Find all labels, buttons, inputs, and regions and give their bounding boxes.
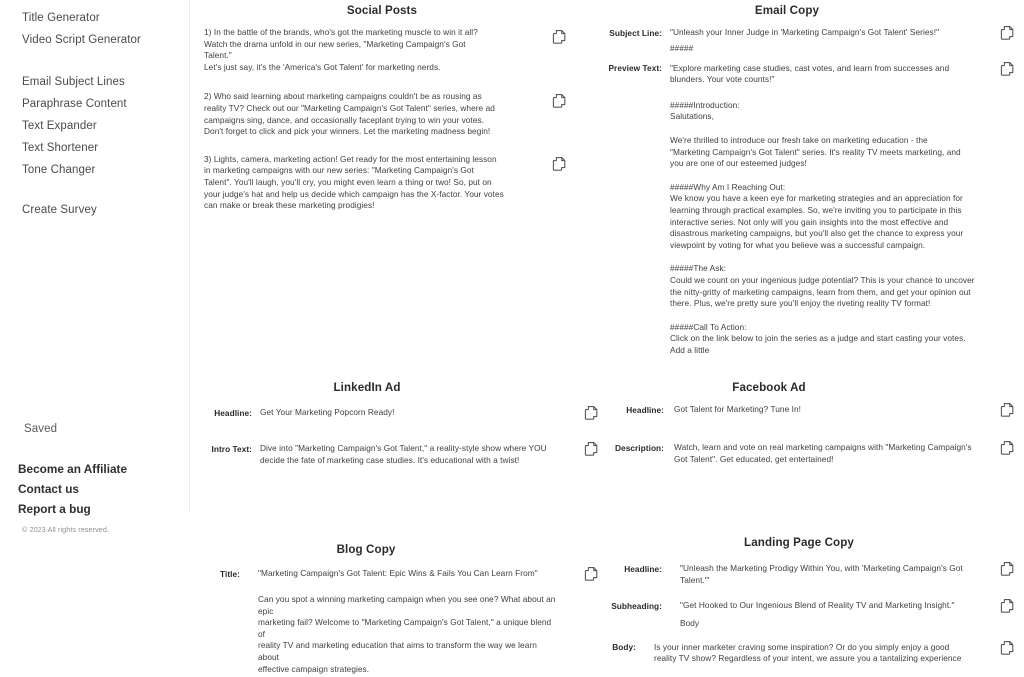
linkedin-ad-title: LinkedIn Ad <box>333 381 401 394</box>
copy-icon[interactable] <box>1000 25 1016 41</box>
sidebar-footer-links: Become an Affiliate Contact us Report a … <box>0 459 127 534</box>
sidebar-item-saved[interactable]: Saved <box>0 418 57 440</box>
sidebar-item-tone-changer[interactable]: Tone Changer <box>0 159 189 181</box>
copy-icon[interactable] <box>552 93 568 109</box>
email-body-cta: #####Call To Action: Click on the link b… <box>670 321 966 355</box>
copy-icon[interactable] <box>1000 561 1016 577</box>
landing-headline-row: Headline: "Unleash the Marketing Prodigy… <box>602 562 1014 586</box>
copy-icon[interactable] <box>584 405 600 421</box>
blog-title-row: Title: "Marketing Campaign's Got Talent:… <box>204 567 598 581</box>
social-post-3-text: 3) Lights, camera, marketing action! Get… <box>204 153 504 211</box>
facebook-headline-label: Headline: <box>626 404 664 415</box>
facebook-description-label: Description: <box>614 442 664 453</box>
sidebar-item-email-subject-lines[interactable]: Email Subject Lines <box>0 71 189 93</box>
landing-subheading-row: Subheading: "Get Hooked to Our Ingenious… <box>602 599 1014 613</box>
email-subject-value: "Unleash your Inner Judge in 'Marketing … <box>670 27 940 37</box>
email-divider-text: ##### <box>670 43 694 53</box>
facebook-description-row: Description: Watch, learn and vote on re… <box>602 441 1014 465</box>
blog-paragraph: Can you spot a winning marketing campaig… <box>258 594 556 674</box>
facebook-description-value: Watch, learn and vote on real marketing … <box>674 442 972 464</box>
landing-body-value: Is your inner marketer craving some insp… <box>654 641 962 664</box>
landing-stray-body-text: Body <box>680 618 700 629</box>
sidebar-item-paraphrase-content[interactable]: Paraphrase Content <box>0 93 189 115</box>
panel-linkedin-ad: LinkedIn Ad Headline: Get Your Marketing… <box>204 381 598 475</box>
copy-icon[interactable] <box>1000 598 1016 614</box>
linkedin-intro-row: Intro Text: Dive into "Marketing Campaig… <box>204 442 598 466</box>
email-preview-label: Preview Text: <box>608 63 662 74</box>
email-preview-row: Preview Text: "Explore marketing case st… <box>602 61 1014 86</box>
linkedin-intro-label: Intro Text: <box>211 443 252 454</box>
landing-subheading-value: "Get Hooked to Our Ingenious Blend of Re… <box>680 600 955 611</box>
email-body-ask: #####The Ask: Could we count on your ing… <box>670 263 975 309</box>
social-post-item: 2) Who said learning about marketing cam… <box>204 91 566 137</box>
social-post-2-text: 2) Who said learning about marketing cam… <box>204 91 495 137</box>
landing-headline-value: "Unleash the Marketing Prodigy Within Yo… <box>680 563 963 585</box>
sidebar-item-create-survey[interactable]: Create Survey <box>0 199 189 221</box>
email-body: #####Introduction: Salutations, We're th… <box>602 100 1012 357</box>
sidebar-group-bottom: Create Survey <box>0 199 189 221</box>
social-post-item: 1) In the battle of the brands, who's go… <box>204 27 566 73</box>
landing-page-copy-title: Landing Page Copy <box>744 536 854 549</box>
email-subject-label: Subject Line: <box>609 27 662 38</box>
copy-icon[interactable] <box>552 156 568 172</box>
app-root: Title Generator Video Script Generator E… <box>0 0 1024 677</box>
copy-icon[interactable] <box>1000 402 1016 418</box>
blog-title-value: "Marketing Campaign's Got Talent: Epic W… <box>258 568 538 578</box>
sidebar-group-middle: Email Subject Lines Paraphrase Content T… <box>0 71 189 181</box>
linkedin-intro-value: Dive into "Marketing Campaign's Got Tale… <box>260 443 547 465</box>
email-copy-title: Email Copy <box>754 4 820 17</box>
landing-headline-label: Headline: <box>624 563 662 574</box>
copy-icon[interactable] <box>1000 640 1016 656</box>
email-body-intro: #####Introduction: Salutations, <box>670 99 740 122</box>
email-body-paragraph: We're thrilled to introduce our fresh ta… <box>670 134 961 169</box>
linkedin-headline-value: Get Your Marketing Popcorn Ready! <box>260 407 395 417</box>
panel-social-posts: Social Posts 1) In the battle of the bra… <box>204 4 566 212</box>
blog-title-label: Title: <box>220 568 240 579</box>
footer-link-contact-us[interactable]: Contact us <box>0 479 127 499</box>
copyright-text: © 2023 All rights reserved. <box>22 525 110 534</box>
panel-blog-copy: Blog Copy Title: "Marketing Campaign's G… <box>204 543 598 677</box>
social-post-item: 3) Lights, camera, marketing action! Get… <box>204 153 566 212</box>
panel-facebook-ad: Facebook Ad Headline: Got Talent for Mar… <box>602 381 1014 474</box>
email-preview-value: "Explore marketing case studies, cast vo… <box>670 62 950 85</box>
email-body-why: #####Why Am I Reaching Out: We know you … <box>670 181 964 250</box>
landing-subheading-label: Subheading: <box>611 600 662 611</box>
sidebar-item-text-expander[interactable]: Text Expander <box>0 115 189 137</box>
sidebar: Title Generator Video Script Generator E… <box>0 0 190 534</box>
sidebar-item-text-shortener[interactable]: Text Shortener <box>0 137 189 159</box>
sidebar-item-title-generator[interactable]: Title Generator <box>0 7 189 29</box>
sidebar-group-top: Title Generator Video Script Generator <box>0 7 189 51</box>
copy-icon[interactable] <box>584 441 600 457</box>
copy-icon[interactable] <box>552 29 568 45</box>
copy-icon[interactable] <box>1000 440 1016 456</box>
facebook-headline-row: Headline: Got Talent for Marketing? Tune… <box>602 403 1014 417</box>
copy-icon[interactable] <box>1000 61 1016 77</box>
linkedin-headline-label: Headline: <box>214 407 252 418</box>
panel-email-copy: Email Copy Subject Line: "Unleash your I… <box>602 4 1014 357</box>
landing-body-row: Body: Is your inner marketer craving som… <box>602 640 1014 665</box>
blog-copy-title: Blog Copy <box>336 543 396 556</box>
social-post-1-text: 1) In the battle of the brands, who's go… <box>204 27 478 72</box>
linkedin-headline-row: Headline: Get Your Marketing Popcorn Rea… <box>204 406 598 420</box>
facebook-headline-value: Got Talent for Marketing? Tune In! <box>674 404 801 414</box>
sidebar-item-video-script-generator[interactable]: Video Script Generator <box>0 29 189 51</box>
copy-icon[interactable] <box>584 566 600 582</box>
facebook-ad-title: Facebook Ad <box>732 381 806 394</box>
email-subject-row: Subject Line: "Unleash your Inner Judge … <box>602 26 1014 40</box>
footer-link-become-an-affiliate[interactable]: Become an Affiliate <box>0 459 127 479</box>
panel-landing-page-copy: Landing Page Copy Headline: "Unleash the… <box>602 536 1014 674</box>
landing-body-label: Body: <box>612 642 636 653</box>
social-posts-title: Social Posts <box>346 4 418 17</box>
main-content: Social Posts 1) In the battle of the bra… <box>190 0 1024 677</box>
footer-link-report-a-bug[interactable]: Report a bug <box>0 499 127 519</box>
blog-body: Can you spot a winning marketing campaig… <box>204 594 584 677</box>
